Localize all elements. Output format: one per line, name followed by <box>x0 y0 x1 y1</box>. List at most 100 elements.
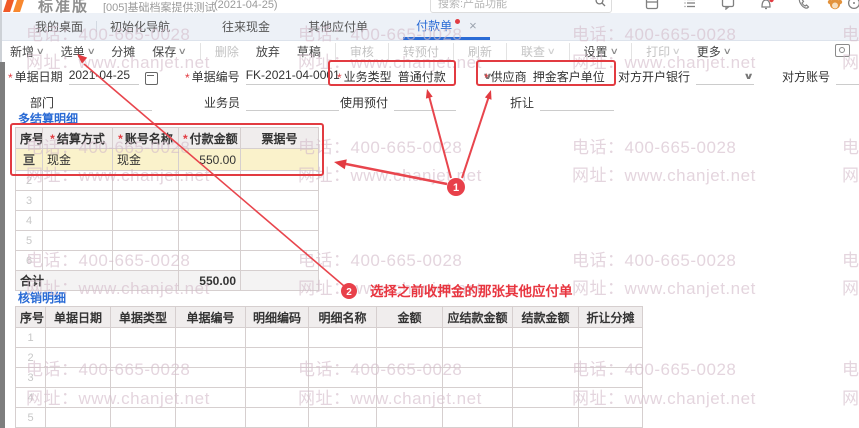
refresh-button: 刷新 <box>468 42 507 60</box>
col-header[interactable]: 结款金额 <box>512 306 579 328</box>
department-field[interactable]: 部门 <box>30 94 153 111</box>
allocate-button[interactable]: 分摊 <box>111 43 135 60</box>
more-button[interactable]: 更多 ∨ <box>697 43 732 60</box>
settlement-row-1[interactable]: 亘 现金 现金 550.00 <box>15 148 319 171</box>
tab-payment[interactable]: 付款单 × <box>403 13 490 40</box>
tab-cash[interactable]: 往来现金 <box>209 13 283 40</box>
field-label: 业务员 <box>204 96 241 110</box>
chevron-down-icon: ∨ <box>742 71 754 81</box>
tab-my-desktop[interactable]: 我的桌面 <box>22 13 96 40</box>
settlement-total-row: 合计 550.00 <box>15 270 319 291</box>
col-header[interactable]: 序号 <box>15 127 43 149</box>
col-header[interactable]: 单据日期 <box>45 306 111 328</box>
writeoff-empty-row[interactable]: 1 <box>15 327 643 348</box>
help-icon[interactable] <box>847 0 859 12</box>
writeoff-section-title[interactable]: 核销明细 <box>16 289 69 309</box>
edition-label: 标准版 <box>38 0 90 14</box>
salesman-field[interactable]: 业务员 <box>204 94 340 111</box>
settlement-empty-row[interactable]: 3 <box>15 190 319 211</box>
task-list-icon[interactable] <box>683 0 699 12</box>
watermark-text: 电话：400-665-0028 <box>842 360 859 379</box>
col-header[interactable]: 明细编码 <box>245 306 309 328</box>
writeoff-empty-row[interactable]: 4 <box>15 387 643 408</box>
biz-type-select[interactable]: * 业务类型 普通付款 ∨ <box>337 68 494 85</box>
field-label: 单据日期 <box>14 70 63 84</box>
field-label: 折让 <box>510 96 535 110</box>
tab-label: 其他应付单 <box>308 20 369 34</box>
counter-account-field[interactable]: 对方账号 <box>782 68 859 85</box>
col-header[interactable]: 单据类型 <box>110 306 176 328</box>
writeoff-empty-row[interactable]: 3 <box>15 367 643 388</box>
writeoff-empty-row[interactable]: 2 <box>15 347 643 368</box>
use-prepay-value[interactable] <box>394 94 457 111</box>
supplier-field[interactable]: * 供应商 押金客户单位 <box>484 68 613 85</box>
message-icon[interactable] <box>721 0 737 12</box>
draft-button[interactable]: 草稿 <box>297 42 336 60</box>
close-tab-icon[interactable]: × <box>469 18 477 33</box>
col-header[interactable]: 折让分摊 <box>578 306 643 328</box>
supplier-value[interactable]: 押金客户单位 <box>533 68 613 85</box>
chevron-down-icon: ∨ <box>722 45 732 56</box>
search-input[interactable]: 搜索:产品功能 <box>430 0 612 13</box>
doc-date-value[interactable]: 2021-04-25 <box>68 68 139 85</box>
calendar-icon[interactable] <box>144 72 158 85</box>
phone-support-icon[interactable] <box>797 0 813 12</box>
window-left-edge-top <box>0 0 2 62</box>
department-value[interactable] <box>60 94 153 111</box>
settlement-empty-row[interactable]: 6 <box>15 250 319 271</box>
login-date-label: (2021-04-25) <box>214 0 278 11</box>
field-label: 对方账号 <box>782 70 831 84</box>
watermark-text: 网址：www.chanjet.net <box>842 279 859 298</box>
watermark-text: 网址：www.chanjet.net <box>842 166 859 185</box>
abandon-button[interactable]: 放弃 <box>256 43 280 60</box>
watermark-text: 电话：400-665-0028 <box>572 138 737 157</box>
discount-value[interactable] <box>540 94 615 111</box>
col-header[interactable]: 序号 <box>15 306 46 328</box>
screenshot-icon[interactable] <box>835 44 850 57</box>
calendar-app-icon[interactable] <box>645 0 661 12</box>
settlement-method-cell[interactable]: 现金 <box>42 148 113 171</box>
col-header[interactable]: 金额 <box>376 306 443 328</box>
settlement-empty-row[interactable]: 4 <box>15 210 319 231</box>
bill-number-cell[interactable] <box>240 148 319 171</box>
select-doc-button[interactable]: 选单 ∨ <box>61 43 96 60</box>
settlement-empty-row[interactable]: 5 <box>15 230 319 251</box>
col-header[interactable]: 应结款金额 <box>442 306 513 328</box>
payment-amount-cell[interactable]: 550.00 <box>178 148 241 171</box>
writeoff-empty-row[interactable]: 5 <box>15 407 643 428</box>
biz-type-value[interactable]: 普通付款 ∨ <box>398 68 494 85</box>
search-icon[interactable] <box>595 0 606 7</box>
doc-date-field[interactable]: * 单据日期 2021-04-25 <box>8 68 158 85</box>
doc-number-field[interactable]: * 单据编号 FK-2021-04-0001 <box>185 68 341 85</box>
tab-other-payable[interactable]: 其他应付单 <box>295 13 381 40</box>
watermark-text: 电话：400-665-0028 <box>572 251 737 270</box>
settlement-grid: 序号 * 结算方式 * 账号名称 * 付款金额 票据号 亘 现金 现金 550.00 … <box>15 127 319 291</box>
tab-label: 付款单 <box>416 18 453 33</box>
notification-bell-icon[interactable] <box>759 0 775 12</box>
tab-init-nav[interactable]: 初始化导航 <box>97 13 183 40</box>
col-header[interactable]: 单据编号 <box>175 306 246 328</box>
col-header[interactable]: * 付款金额 <box>178 127 241 149</box>
doc-number-value[interactable]: FK-2021-04-0001 <box>245 68 341 85</box>
col-header[interactable]: 票据号 <box>240 127 319 149</box>
col-header[interactable]: * 结算方式 <box>42 127 113 149</box>
col-header[interactable]: * 账号名称 <box>112 127 179 149</box>
settlement-section-title[interactable]: 多结算明细 <box>16 110 81 130</box>
col-header[interactable]: 明细名称 <box>308 306 377 328</box>
discount-field[interactable]: 折让 <box>510 94 615 111</box>
required-marker: * <box>185 71 190 85</box>
new-button[interactable]: 新增 ∨ <box>10 43 45 60</box>
field-label: 部门 <box>30 96 55 110</box>
salesman-value[interactable] <box>246 94 340 111</box>
row-detail-icon[interactable]: 亘 <box>23 153 35 167</box>
counter-bank-value[interactable]: ∨ <box>696 68 755 85</box>
use-prepay-field[interactable]: 使用预付 <box>340 94 457 111</box>
counter-bank-select[interactable]: 对方开户银行 ∨ <box>618 68 755 85</box>
settlement-empty-row[interactable]: 2 <box>15 170 319 191</box>
save-button[interactable]: 保存 ∨ <box>152 42 201 60</box>
account-name-cell[interactable]: 现金 <box>112 148 179 171</box>
mascot-icon[interactable] <box>826 0 843 12</box>
counter-account-value[interactable] <box>836 68 859 85</box>
settings-button[interactable]: 设置 ∨ <box>584 42 633 60</box>
annotation-line-supplier <box>461 95 490 179</box>
